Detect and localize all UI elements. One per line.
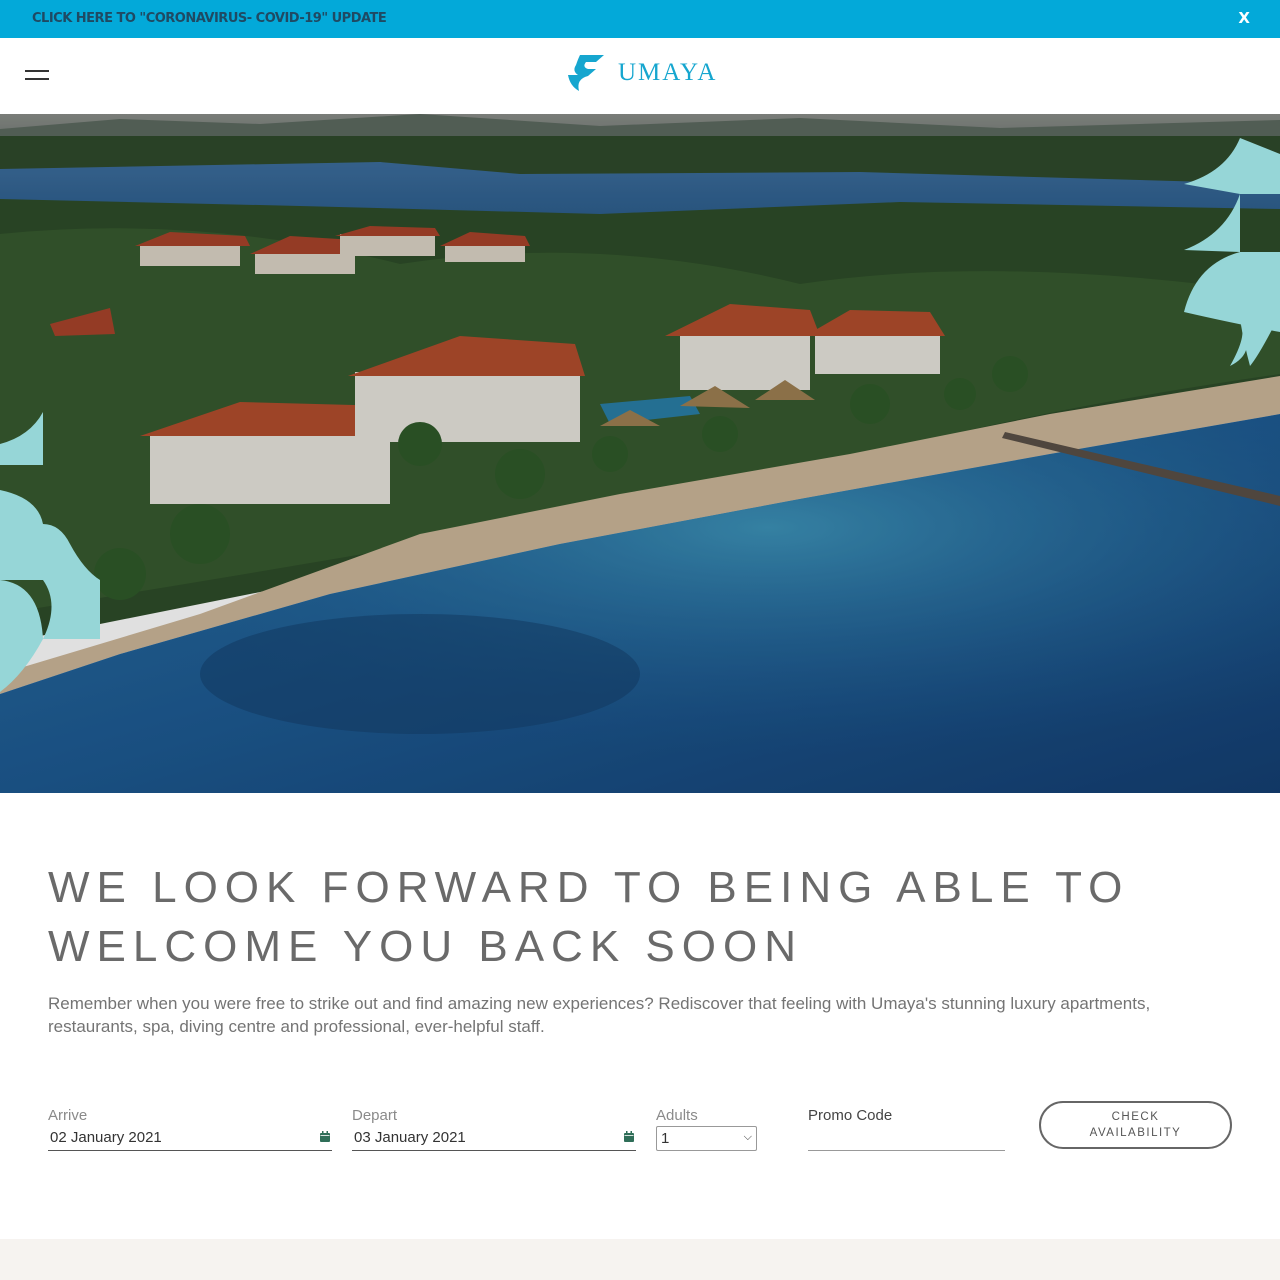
depart-date-value: 03 January 2021 [354, 1129, 466, 1146]
adults-field: Adults 1 ⌵ [656, 1106, 757, 1151]
menu-line-bottom [25, 78, 49, 80]
covid-update-link[interactable]: CLICK HERE TO "CORONAVIRUS- COVID-19" UP… [32, 11, 387, 26]
adults-label: Adults [656, 1107, 698, 1124]
page-title: WE LOOK FORWARD TO BEING ABLE TO WELCOME… [48, 858, 1248, 976]
arrive-date-input[interactable]: 02 January 2021 [48, 1126, 332, 1151]
calendar-icon[interactable] [624, 1131, 634, 1142]
logo-text: UMAYA [618, 59, 718, 86]
hero-image [0, 114, 1280, 793]
menu-line-top [25, 70, 49, 72]
adults-select-value: 1 [661, 1130, 670, 1147]
headline-line-1: WE LOOK FORWARD TO BEING ABLE TO [48, 863, 1130, 912]
hamburger-icon[interactable] [25, 68, 50, 82]
promo-field: Promo Code [808, 1106, 1005, 1151]
depart-label: Depart [352, 1107, 398, 1124]
depart-date-input[interactable]: 03 January 2021 [352, 1126, 636, 1151]
close-banner-button[interactable]: X [1238, 9, 1250, 27]
next-section-strip [0, 1239, 1280, 1280]
site-logo[interactable]: UMAYA [566, 52, 717, 94]
promo-code-input[interactable] [808, 1126, 1005, 1151]
resort-aerial-photo-icon [0, 114, 1280, 793]
check-availability-button[interactable]: CHECK AVAILABILITY [1039, 1101, 1232, 1149]
check-label-line-2: AVAILABILITY [1089, 1127, 1182, 1139]
arrive-label: Arrive [48, 1107, 88, 1124]
calendar-icon[interactable] [320, 1131, 330, 1142]
headline-line-2: WELCOME YOU BACK SOON [48, 922, 803, 971]
arrive-field: Arrive 02 January 2021 [48, 1106, 332, 1151]
chevron-down-icon: ⌵ [743, 1131, 752, 1143]
promo-code-label: Promo Code [808, 1107, 893, 1124]
site-header: UMAYA [0, 38, 1280, 114]
intro-paragraph: Remember when you were free to strike ou… [48, 994, 1151, 1036]
arrive-date-value: 02 January 2021 [50, 1129, 162, 1146]
adults-select[interactable]: 1 ⌵ [656, 1126, 757, 1151]
umaya-bird-logo-icon [568, 55, 604, 91]
check-label-line-1: CHECK [1111, 1111, 1160, 1123]
depart-field: Depart 03 January 2021 [352, 1106, 636, 1151]
check-availability-label: CHECK AVAILABILITY [1090, 1109, 1182, 1141]
announcement-banner: CLICK HERE TO "CORONAVIRUS- COVID-19" UP… [0, 0, 1280, 38]
